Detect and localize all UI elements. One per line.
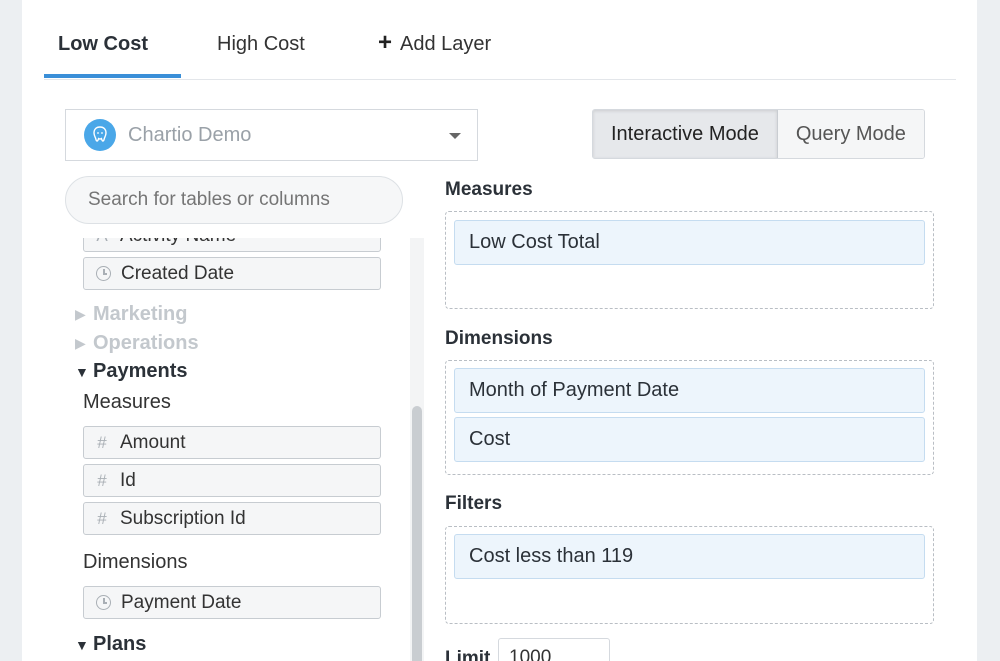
group-payments[interactable]: ▼ Payments bbox=[75, 360, 188, 383]
group-label: Operations bbox=[93, 332, 199, 354]
dimensions-title: Dimensions bbox=[445, 328, 553, 349]
triangle-down-icon: ▼ bbox=[75, 363, 89, 380]
tree-scrollbar[interactable] bbox=[410, 238, 424, 661]
clock-icon bbox=[96, 266, 111, 281]
group-plans[interactable]: ▼ Plans bbox=[75, 633, 146, 656]
filters-dropzone[interactable]: Cost less than 119 bbox=[445, 526, 934, 624]
group-operations[interactable]: ▶ Operations bbox=[75, 332, 199, 355]
hash-icon: # bbox=[97, 508, 107, 528]
tab-high-cost[interactable]: High Cost bbox=[217, 30, 305, 80]
hash-icon: # bbox=[97, 432, 107, 452]
field-activity-name[interactable]: A Activity Name bbox=[83, 238, 381, 252]
datasource-select[interactable]: Chartio Demo bbox=[65, 109, 478, 161]
triangle-right-icon: ▶ bbox=[75, 335, 86, 351]
field-amount[interactable]: # Amount bbox=[83, 426, 381, 459]
group-label: Marketing bbox=[93, 303, 188, 325]
search-input[interactable] bbox=[65, 176, 403, 224]
postgres-elephant-icon bbox=[84, 119, 116, 151]
field-created-date[interactable]: Created Date bbox=[83, 257, 381, 290]
field-id[interactable]: # Id bbox=[83, 464, 381, 497]
add-layer-button[interactable]: + Add Layer bbox=[378, 30, 491, 80]
filter-pill-cost-less-than[interactable]: Cost less than 119 bbox=[454, 534, 925, 579]
mode-toggle: Interactive Mode Query Mode bbox=[592, 109, 925, 159]
active-tab-indicator bbox=[44, 74, 181, 78]
dimension-pill-month-of-payment-date[interactable]: Month of Payment Date bbox=[454, 368, 925, 413]
field-label: Activity Name bbox=[120, 238, 236, 247]
measure-pill-low-cost-total[interactable]: Low Cost Total bbox=[454, 220, 925, 265]
measures-dropzone[interactable]: Low Cost Total bbox=[445, 211, 934, 309]
field-label: Amount bbox=[120, 431, 186, 453]
query-builder-panel: Low Cost High Cost + Add Layer Chartio D… bbox=[22, 0, 977, 661]
plus-icon: + bbox=[378, 29, 393, 56]
hash-icon: # bbox=[97, 470, 107, 490]
tab-low-cost[interactable]: Low Cost bbox=[58, 30, 148, 80]
caret-down-icon bbox=[449, 133, 461, 139]
text-type-icon: A bbox=[94, 238, 110, 246]
limit-input[interactable]: 1000 bbox=[498, 638, 610, 661]
interactive-mode-button[interactable]: Interactive Mode bbox=[593, 110, 778, 158]
field-subscription-id[interactable]: # Subscription Id bbox=[83, 502, 381, 535]
clock-icon bbox=[96, 595, 111, 610]
scrollbar-thumb[interactable] bbox=[412, 406, 422, 661]
group-label: Plans bbox=[93, 633, 147, 655]
field-payment-date[interactable]: Payment Date bbox=[83, 586, 381, 619]
group-label: Payments bbox=[93, 360, 188, 382]
field-label: Payment Date bbox=[121, 591, 242, 613]
triangle-right-icon: ▶ bbox=[75, 306, 86, 322]
add-layer-label: Add Layer bbox=[400, 33, 492, 55]
datasource-label: Chartio Demo bbox=[128, 123, 252, 146]
schema-tree: A Activity Name Created Date ▶ Marketing… bbox=[65, 238, 403, 661]
dimensions-dropzone[interactable]: Month of Payment Date Cost bbox=[445, 360, 934, 475]
dimension-pill-cost[interactable]: Cost bbox=[454, 417, 925, 462]
payments-measures-heading: Measures bbox=[83, 391, 171, 413]
filters-title: Filters bbox=[445, 493, 503, 514]
field-label: Subscription Id bbox=[120, 507, 246, 529]
payments-dimensions-heading: Dimensions bbox=[83, 551, 188, 573]
layer-tabs: Low Cost High Cost + Add Layer bbox=[44, 0, 956, 80]
query-mode-button[interactable]: Query Mode bbox=[777, 110, 924, 158]
limit-label: Limit bbox=[445, 648, 491, 661]
measures-title: Measures bbox=[445, 179, 533, 200]
field-label: Id bbox=[120, 469, 136, 491]
field-label: Created Date bbox=[121, 262, 235, 284]
group-marketing[interactable]: ▶ Marketing bbox=[75, 303, 187, 326]
triangle-down-icon: ▼ bbox=[75, 636, 89, 653]
